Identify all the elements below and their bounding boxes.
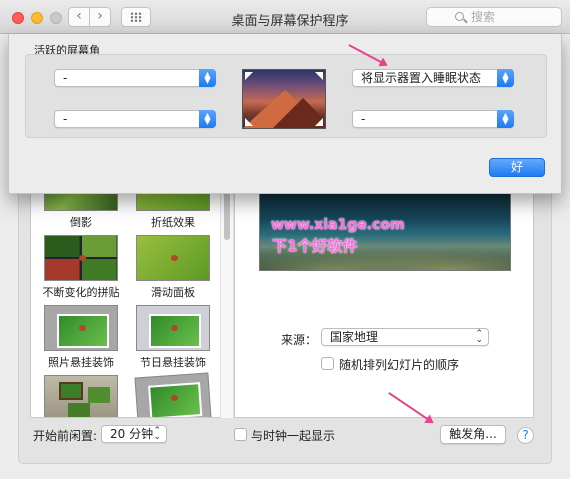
list-item[interactable] bbox=[128, 372, 218, 417]
list-scrollbar[interactable] bbox=[220, 178, 233, 418]
list-item[interactable]: 滑动面板 bbox=[128, 235, 218, 300]
screensaver-label: 滑动面板 bbox=[151, 286, 195, 299]
screensaver-list[interactable]: 倒影 折纸效果 不断变化的拼贴 滑动面板 照片悬挂装饰 节日悬挂装饰 bbox=[30, 178, 220, 418]
bottom-right-corner-value: - bbox=[361, 112, 366, 126]
screensaver-thumbnail bbox=[44, 305, 118, 351]
back-button[interactable]: ‹ bbox=[68, 7, 90, 27]
bottom-left-corner-value: - bbox=[63, 112, 68, 126]
zoom-window-button[interactable] bbox=[50, 12, 62, 24]
close-window-button[interactable] bbox=[12, 12, 24, 24]
list-item[interactable]: 不断变化的拼贴 bbox=[36, 235, 126, 300]
screensaver-thumbnail bbox=[134, 372, 212, 417]
window-title: 桌面与屏幕保护程序 bbox=[231, 14, 349, 29]
top-left-corner-value: - bbox=[63, 71, 68, 85]
shuffle-label: 随机排列幻灯片的顺序 bbox=[339, 358, 460, 372]
system-preferences-window: ‹ › 桌面与屏幕保护程序 搜索 倒影 折纸效果 不断变化的拼贴 滑动面板 照片 bbox=[0, 0, 570, 479]
corner-marker-icon bbox=[245, 118, 253, 126]
list-item[interactable] bbox=[36, 375, 126, 417]
search-placeholder: 搜索 bbox=[471, 10, 496, 24]
chevron-right-icon: › bbox=[97, 8, 103, 24]
top-left-corner-select[interactable]: - ▲ ▼ bbox=[54, 69, 216, 87]
list-item[interactable]: 节日悬挂装饰 bbox=[128, 305, 218, 370]
idle-time-select[interactable]: 20 分钟 ⌃ ⌄ bbox=[101, 425, 167, 443]
watermark-url: www.xia1ge.com bbox=[271, 217, 405, 233]
updown-chevron-icon: ⌃ ⌄ bbox=[475, 329, 483, 345]
show-clock-label: 与时钟一起显示 bbox=[251, 429, 336, 443]
show-clock-checkbox[interactable] bbox=[234, 428, 247, 441]
chevron-left-icon: ‹ bbox=[76, 8, 82, 24]
screensaver-label: 节日悬挂装饰 bbox=[140, 356, 206, 369]
corner-marker-icon bbox=[315, 118, 323, 126]
screensaver-label: 倒影 bbox=[70, 216, 92, 229]
help-button[interactable]: ? bbox=[517, 427, 534, 444]
source-select[interactable]: 国家地理 ⌃ ⌄ bbox=[321, 328, 489, 346]
shuffle-checkbox[interactable] bbox=[321, 357, 334, 370]
grid-icon bbox=[130, 12, 143, 22]
watermark-text: 下1个好软件 bbox=[272, 237, 358, 255]
corner-marker-icon bbox=[315, 72, 323, 80]
source-value: 国家地理 bbox=[330, 330, 379, 344]
search-field[interactable]: 搜索 bbox=[426, 7, 562, 27]
bottom-right-corner-select[interactable]: - ▲ ▼ bbox=[352, 110, 514, 128]
forward-button[interactable]: › bbox=[89, 7, 111, 27]
bottom-left-corner-select[interactable]: - ▲ ▼ bbox=[54, 110, 216, 128]
top-right-corner-select[interactable]: 将显示器置入睡眠状态 ▲ ▼ bbox=[352, 69, 514, 87]
updown-chevron-icon: ▲ ▼ bbox=[199, 69, 216, 87]
updown-chevron-icon: ▲ ▼ bbox=[497, 110, 514, 128]
hot-corners-button[interactable]: 触发角... bbox=[440, 425, 506, 444]
title-bar: ‹ › 桌面与屏幕保护程序 搜索 bbox=[0, 0, 570, 34]
screensaver-thumbnail bbox=[136, 305, 210, 351]
screensaver-label: 折纸效果 bbox=[151, 216, 195, 229]
updown-chevron-icon: ▲ ▼ bbox=[497, 69, 514, 87]
top-right-corner-value: 将显示器置入睡眠状态 bbox=[361, 71, 482, 85]
scrollbar-thumb[interactable] bbox=[224, 188, 230, 240]
ok-button[interactable]: 好 bbox=[489, 158, 545, 177]
idle-time-value: 20 分钟 bbox=[110, 427, 154, 441]
minimize-window-button[interactable] bbox=[31, 12, 43, 24]
source-label: 来源： bbox=[281, 333, 318, 347]
screensaver-thumbnail bbox=[44, 375, 118, 417]
screensaver-label: 照片悬挂装饰 bbox=[48, 356, 114, 369]
updown-chevron-icon: ▲ ▼ bbox=[199, 110, 216, 128]
idle-label: 开始前闲置: bbox=[33, 429, 98, 443]
screensaver-thumbnail bbox=[136, 235, 210, 281]
desktop-preview-image bbox=[242, 69, 326, 129]
screensaver-label: 不断变化的拼贴 bbox=[42, 286, 120, 299]
updown-chevron-icon: ⌃ ⌄ bbox=[153, 426, 161, 442]
list-item[interactable]: 照片悬挂装饰 bbox=[36, 305, 126, 370]
show-all-button[interactable] bbox=[121, 7, 151, 27]
search-icon bbox=[455, 12, 464, 21]
corner-marker-icon bbox=[245, 72, 253, 80]
screensaver-thumbnail bbox=[44, 235, 118, 281]
